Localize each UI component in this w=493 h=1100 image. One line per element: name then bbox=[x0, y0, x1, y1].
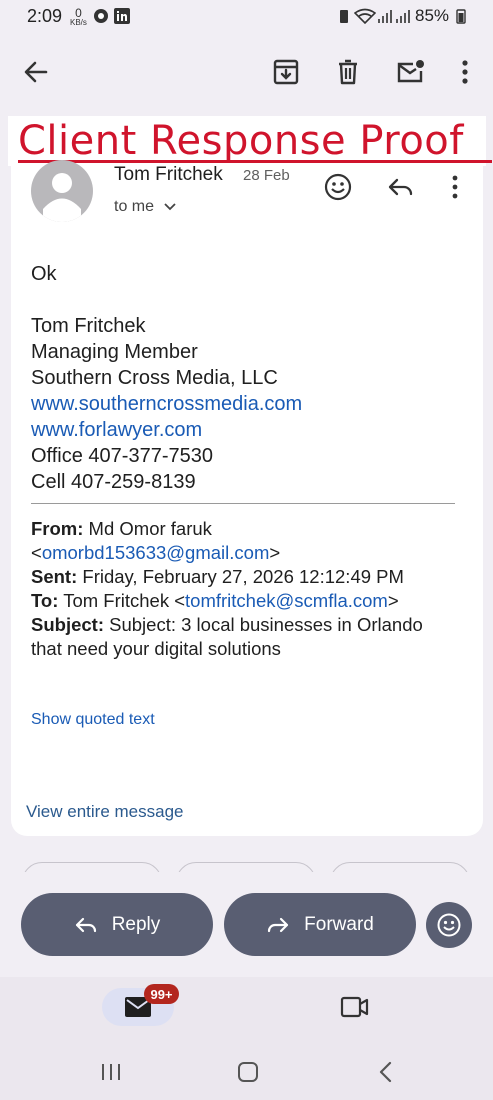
smart-reply-chip-1[interactable] bbox=[22, 862, 162, 872]
to-close: > bbox=[387, 590, 399, 611]
message-body: Ok Tom Fritchek Managing Member Southern… bbox=[31, 261, 302, 495]
person-icon bbox=[43, 173, 81, 222]
top-toolbar bbox=[0, 44, 493, 102]
subject-line-2: that need your digital solutions bbox=[31, 638, 281, 659]
aperture-icon bbox=[94, 9, 108, 23]
to-label: To: bbox=[31, 590, 59, 611]
system-navigation-bar bbox=[0, 1037, 493, 1100]
battery-percent: 85% bbox=[415, 6, 450, 25]
sent-label: Sent: bbox=[31, 566, 78, 587]
linkedin-icon bbox=[114, 8, 130, 24]
view-entire-message-link[interactable]: View entire message bbox=[26, 802, 184, 822]
reply-icon[interactable] bbox=[386, 172, 416, 202]
sent-value: Friday, February 27, 2026 12:12:49 PM bbox=[77, 566, 404, 587]
smart-reply-chips bbox=[0, 862, 493, 872]
reply-button[interactable]: Reply bbox=[21, 893, 213, 956]
smiley-icon bbox=[437, 913, 461, 937]
client-response-banner: Client Response Proof bbox=[8, 116, 492, 166]
subject-row: Subject: Subject: 3 local businesses in … bbox=[31, 613, 471, 637]
to-row: To: Tom Fritchek <tomfritchek@scmfla.com… bbox=[31, 589, 471, 613]
signature-title: Managing Member bbox=[31, 341, 198, 363]
signature-name: Tom Fritchek bbox=[31, 315, 146, 337]
back-nav-icon[interactable] bbox=[378, 1061, 394, 1083]
banner-text: Client Response Proof bbox=[18, 118, 464, 164]
forward-button[interactable]: Forward bbox=[224, 893, 416, 956]
message-more-icon[interactable] bbox=[440, 172, 470, 202]
trash-icon[interactable] bbox=[332, 56, 364, 88]
wifi-icon bbox=[354, 8, 376, 24]
back-arrow-icon[interactable] bbox=[20, 56, 52, 88]
from-label: From: bbox=[31, 518, 84, 539]
recipient-line: to me bbox=[114, 198, 155, 215]
emoji-reaction-button[interactable] bbox=[426, 902, 472, 948]
home-icon[interactable] bbox=[237, 1061, 259, 1083]
bottom-navigation bbox=[0, 977, 493, 1037]
battery-icon bbox=[456, 9, 466, 24]
signature-website-2[interactable]: www.forlawyer.com bbox=[31, 417, 302, 443]
net-speed-unit: KB/s bbox=[70, 18, 87, 27]
add-reaction-icon[interactable] bbox=[323, 172, 353, 202]
message-date: 28 Feb bbox=[243, 167, 290, 184]
reply-arrow-icon bbox=[75, 917, 96, 932]
body-greeting: Ok bbox=[31, 263, 57, 285]
quote-divider bbox=[31, 503, 455, 504]
signature-office-phone: Office 407-377-7530 bbox=[31, 445, 213, 467]
avatar[interactable] bbox=[31, 160, 93, 222]
from-email-link[interactable]: omorbd153633@gmail.com bbox=[42, 542, 270, 563]
status-bar: 2:09 0 KB/s 85% bbox=[0, 0, 493, 34]
signature-website-1[interactable]: www.southerncrossmedia.com bbox=[31, 391, 302, 417]
net-speed: 0 KB/s bbox=[70, 7, 87, 27]
recent-apps-icon[interactable] bbox=[100, 1062, 122, 1082]
forward-label: Forward bbox=[304, 913, 374, 935]
from-email-row: <omorbd153633@gmail.com> bbox=[31, 541, 471, 565]
from-email-close: > bbox=[269, 542, 281, 563]
unread-count-badge: 99+ bbox=[144, 984, 179, 1004]
from-name: Md Omor faruk bbox=[83, 518, 212, 539]
signal-2-icon bbox=[396, 10, 410, 23]
battery-saver-icon bbox=[340, 10, 348, 23]
forward-arrow-icon bbox=[268, 917, 289, 932]
signal-icon bbox=[378, 10, 392, 23]
sender-name: Tom Fritchek bbox=[114, 164, 223, 185]
sent-row: Sent: Friday, February 27, 2026 12:12:49… bbox=[31, 565, 471, 589]
from-row: From: Md Omor faruk bbox=[31, 517, 471, 541]
archive-icon[interactable] bbox=[270, 56, 302, 88]
mark-unread-icon[interactable] bbox=[394, 56, 426, 88]
signature-cell-phone: Cell 407-259-8139 bbox=[31, 471, 196, 493]
from-email-open: < bbox=[31, 542, 42, 563]
chevron-down-icon bbox=[164, 203, 176, 211]
subject-line-1: Subject: 3 local businesses in Orlando bbox=[103, 614, 423, 635]
meet-video-icon[interactable] bbox=[340, 994, 370, 1020]
smart-reply-chip-2[interactable] bbox=[176, 862, 316, 872]
status-time: 2:09 bbox=[27, 6, 63, 26]
reply-label: Reply bbox=[111, 913, 161, 935]
to-name: Tom Fritchek < bbox=[58, 590, 186, 611]
show-quoted-text-link[interactable]: Show quoted text bbox=[31, 711, 155, 729]
smart-reply-chip-3[interactable] bbox=[330, 862, 470, 872]
recipient-details-toggle[interactable]: to me bbox=[114, 198, 178, 216]
subject-label: Subject: bbox=[31, 614, 104, 635]
banner-underline bbox=[18, 160, 492, 163]
quoted-header: From: Md Omor faruk <omorbd153633@gmail.… bbox=[31, 517, 471, 661]
more-vert-icon[interactable] bbox=[449, 56, 481, 88]
to-email-link[interactable]: tomfritchek@scmfla.com bbox=[185, 590, 388, 611]
signature-company: Southern Cross Media, LLC bbox=[31, 367, 278, 389]
